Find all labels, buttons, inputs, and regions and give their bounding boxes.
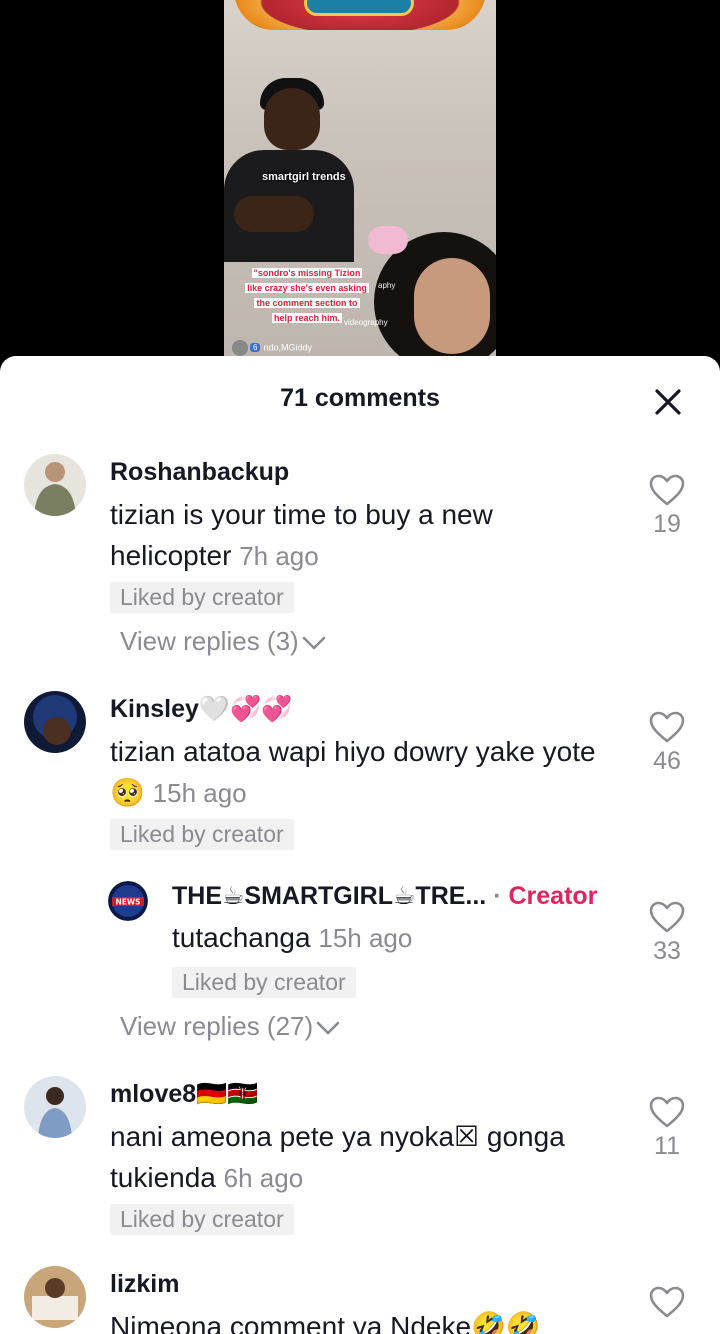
video-overlay-tag: smartgirl trends bbox=[262, 171, 346, 183]
liked-by-creator-badge: Liked by creator bbox=[110, 582, 294, 613]
comments-count-title: 71 comments bbox=[280, 384, 440, 412]
chevron-down-icon bbox=[302, 636, 326, 650]
comment-time: 15h ago bbox=[152, 778, 247, 808]
video-user-name: ndo,MGiddy bbox=[263, 342, 312, 353]
video-caption-side: aphy bbox=[378, 281, 396, 290]
video-user-avatar bbox=[232, 340, 248, 356]
reply-text: tutachanga 15h ago bbox=[172, 917, 592, 959]
video-person-head bbox=[264, 88, 320, 150]
video-flower bbox=[368, 226, 408, 254]
reply-avatar[interactable]: NEWS bbox=[108, 881, 148, 921]
heart-icon bbox=[649, 901, 685, 933]
heart-icon bbox=[649, 1096, 685, 1128]
comment-text: tizian is your time to buy a new helicop… bbox=[110, 494, 590, 577]
heart-icon bbox=[649, 711, 685, 743]
avatar[interactable] bbox=[24, 1266, 86, 1328]
video-caption-line: "sondro's missing Tizion bbox=[251, 268, 363, 278]
like-button[interactable] bbox=[648, 1286, 686, 1318]
avatar-image bbox=[24, 691, 86, 753]
comment-time: 6h ago bbox=[223, 1163, 304, 1193]
close-button[interactable] bbox=[652, 386, 684, 418]
comment-username[interactable]: mlove8🇩🇪🇰🇪 bbox=[110, 1080, 258, 1109]
video-caption: "sondro's missing Tizion like crazy she'… bbox=[232, 266, 382, 326]
video-banner-graphic bbox=[234, 0, 486, 30]
video-thumbnail[interactable]: smartgirl trends "sondro's missing Tizio… bbox=[224, 0, 496, 360]
video-caption-line: help reach him. bbox=[271, 313, 343, 323]
comment-body: nani ameona pete ya nyoka☒ gonga tukiend… bbox=[110, 1121, 565, 1193]
liked-by-creator-badge: Liked by creator bbox=[110, 1204, 294, 1235]
video-bottom-user: 6 ndo,MGiddy bbox=[232, 340, 312, 356]
close-icon bbox=[655, 389, 681, 415]
reply-separator: · bbox=[493, 882, 502, 910]
chevron-down-icon bbox=[316, 1021, 340, 1035]
video-caption-line: the comment section to bbox=[254, 298, 360, 308]
view-replies-label: View replies (27) bbox=[120, 1011, 314, 1041]
reply-username[interactable]: THE☕SMARTGIRL☕TRE... bbox=[172, 882, 486, 910]
view-replies-button[interactable]: View replies (27) bbox=[120, 1011, 341, 1042]
avatar-image bbox=[24, 454, 86, 516]
liked-by-creator-badge: Liked by creator bbox=[110, 819, 294, 850]
news-logo-icon: NEWS bbox=[108, 881, 148, 921]
reply-time: 15h ago bbox=[318, 923, 413, 953]
comment-username[interactable]: lizkim bbox=[110, 1270, 179, 1299]
reply-body: tutachanga bbox=[172, 922, 311, 953]
video-caption-side2: videography bbox=[344, 318, 388, 327]
video-user-badge: 6 bbox=[250, 343, 261, 353]
video-preview-area[interactable]: smartgirl trends "sondro's missing Tizio… bbox=[0, 0, 720, 360]
comment-text: nani ameona pete ya nyoka☒ gonga tukiend… bbox=[110, 1116, 630, 1199]
comments-header: 71 comments bbox=[0, 356, 720, 444]
like-button[interactable]: 46 bbox=[648, 711, 686, 776]
avatar[interactable] bbox=[24, 691, 86, 753]
video-person-arm bbox=[234, 196, 314, 232]
comment-text: Nimeona comment ya Ndeke🤣🤣 bbox=[110, 1306, 630, 1334]
view-replies-button[interactable]: View replies (3) bbox=[120, 626, 327, 657]
svg-text:NEWS: NEWS bbox=[115, 898, 140, 907]
like-button[interactable]: 19 bbox=[648, 474, 686, 539]
comment-text: tizian atatoa wapi hiyo dowry yake yote🥺… bbox=[110, 731, 610, 814]
liked-by-creator-badge: Liked by creator bbox=[172, 967, 356, 998]
comment-time: 7h ago bbox=[239, 541, 319, 571]
like-count: 11 bbox=[654, 1132, 680, 1160]
video-girl-face bbox=[414, 258, 490, 354]
avatar[interactable] bbox=[24, 1076, 86, 1138]
like-button[interactable]: 33 bbox=[648, 901, 686, 966]
creator-badge: Creator bbox=[508, 882, 598, 910]
reply-header: THE☕SMARTGIRL☕TRE... · Creator bbox=[172, 881, 597, 911]
heart-icon bbox=[649, 1286, 685, 1318]
avatar-image bbox=[24, 1266, 86, 1328]
comment-body: Nimeona comment ya Ndeke🤣🤣 bbox=[110, 1311, 541, 1334]
heart-icon bbox=[649, 474, 685, 506]
like-button[interactable]: 11 bbox=[648, 1096, 686, 1161]
avatar-image bbox=[24, 1076, 86, 1138]
avatar[interactable] bbox=[24, 454, 86, 516]
comment-username[interactable]: Roshanbackup bbox=[110, 458, 289, 487]
comments-sheet: 71 comments Roshanbackup tizian is your … bbox=[0, 356, 720, 1334]
like-count: 33 bbox=[653, 937, 681, 965]
like-count: 19 bbox=[653, 510, 681, 538]
video-caption-line: like crazy she's even asking bbox=[245, 283, 369, 293]
view-replies-label: View replies (3) bbox=[120, 626, 299, 656]
like-count: 46 bbox=[653, 747, 681, 775]
comment-username[interactable]: Kinsley🤍💞💞 bbox=[110, 695, 292, 724]
